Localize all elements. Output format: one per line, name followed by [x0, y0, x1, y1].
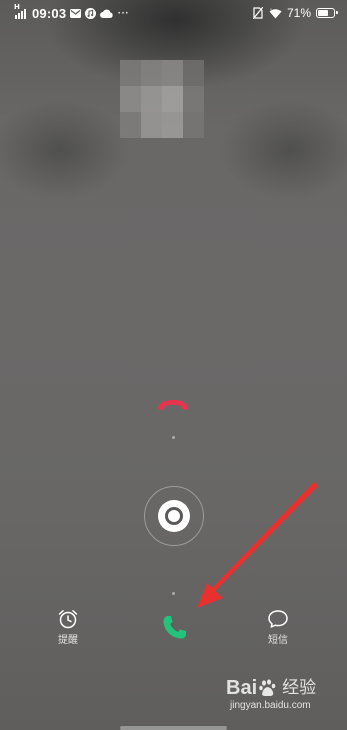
reply-message-label: 短信	[268, 635, 288, 646]
music-icon	[85, 7, 97, 19]
chat-bubble-icon	[267, 608, 289, 630]
wifi-icon: ⁶	[269, 8, 282, 19]
clock: 09:03	[32, 5, 67, 21]
caller-avatar	[120, 60, 204, 138]
alarm-clock-icon	[57, 608, 79, 630]
more-notifications-indicator: ···	[117, 6, 129, 20]
baidu-paw-icon	[258, 678, 278, 698]
answer-call-button[interactable]	[156, 608, 194, 646]
remind-me-button[interactable]: 提醒	[46, 608, 90, 652]
phone-answer-icon	[163, 616, 186, 639]
status-bar-left: H 09:03 ···	[14, 4, 129, 21]
watermark-logo: Bai 经验	[226, 676, 336, 700]
battery-icon	[316, 8, 338, 18]
mail-icon	[70, 8, 82, 19]
watermark-brand-right: 经验	[282, 678, 317, 697]
decline-call-button[interactable]	[153, 390, 193, 420]
battery-fill	[318, 10, 328, 16]
ring-handle-icon	[158, 500, 190, 532]
phone-hangup-icon	[158, 400, 188, 410]
watermark-url: jingyan.baidu.com	[230, 700, 311, 711]
remind-me-label: 提醒	[58, 635, 78, 646]
slide-guide-dot-top	[172, 436, 175, 439]
reply-message-button[interactable]: 短信	[256, 608, 300, 652]
slide-guide-dot-bottom	[172, 592, 175, 595]
baidu-jingyan-watermark: Bai 经验 jingyan.baidu.com	[226, 676, 336, 722]
slide-to-answer-handle[interactable]	[144, 486, 204, 546]
no-sim-icon	[253, 7, 264, 19]
watermark-brand-left: Bai	[226, 677, 258, 699]
battery-percentage: 71%	[286, 6, 311, 20]
cellular-signal: H	[14, 4, 28, 19]
status-bar: H 09:03 ··· ⁶ 71%	[0, 0, 347, 26]
signal-bars-icon	[15, 8, 26, 19]
status-bar-right: ⁶ 71%	[253, 6, 338, 20]
home-indicator[interactable]	[120, 726, 227, 730]
cloud-icon	[100, 8, 113, 19]
